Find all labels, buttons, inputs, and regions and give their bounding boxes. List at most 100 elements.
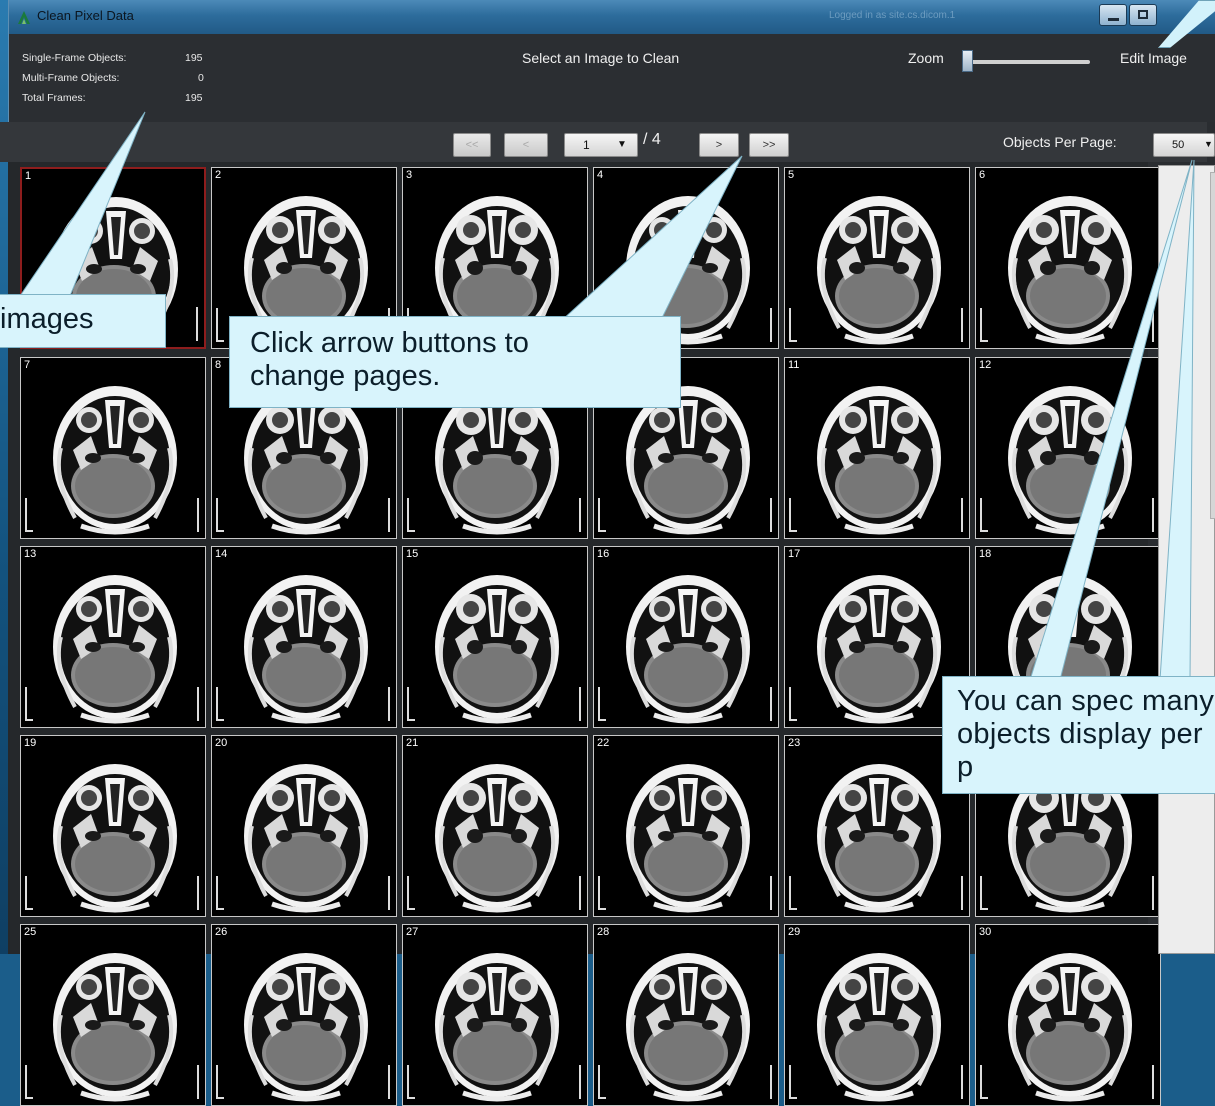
- scale-marker: [598, 1065, 606, 1099]
- thumbnail-number: 30: [979, 926, 992, 938]
- scale-marker: [25, 687, 33, 721]
- side-panel-scrollbar[interactable]: [1210, 172, 1215, 519]
- thumbnail-number: 2: [215, 169, 222, 181]
- image-thumbnail[interactable]: 27: [402, 924, 588, 1106]
- ct-scan-image: [435, 764, 559, 913]
- multi-frame-value: 0: [198, 72, 204, 84]
- ct-scan-image: [435, 953, 559, 1102]
- scale-marker: [789, 1065, 797, 1099]
- thumbnail-number: 28: [597, 926, 610, 938]
- thumbnail-number: 5: [788, 169, 795, 181]
- minimize-button[interactable]: [1099, 4, 1127, 26]
- last-page-button[interactable]: >>: [749, 133, 789, 157]
- image-thumbnail[interactable]: 6: [975, 167, 1161, 349]
- thumbnail-number: 23: [788, 737, 801, 749]
- images-callout: images: [0, 294, 166, 348]
- ct-scan-image: [244, 764, 368, 913]
- scale-marker: [216, 1065, 224, 1099]
- ct-scan-image: [53, 953, 177, 1102]
- window-title: Clean Pixel Data: [37, 8, 134, 23]
- image-thumbnail[interactable]: 12: [975, 357, 1161, 539]
- image-thumbnail[interactable]: 21: [402, 735, 588, 917]
- scale-marker: [770, 308, 772, 342]
- title-bar[interactable]: Clean Pixel Data Logged in as site.cs.di…: [9, 0, 1215, 34]
- scale-marker: [770, 687, 772, 721]
- page-number-value: 1: [583, 138, 590, 152]
- thumbnail-number: 13: [24, 548, 37, 560]
- image-thumbnail[interactable]: 30: [975, 924, 1161, 1106]
- image-thumbnail[interactable]: 11: [784, 357, 970, 539]
- scale-marker: [388, 687, 390, 721]
- image-thumbnail[interactable]: 19: [20, 735, 206, 917]
- scale-marker: [770, 876, 772, 910]
- scale-marker: [216, 687, 224, 721]
- scale-marker: [980, 1065, 988, 1099]
- multi-frame-label: Multi-Frame Objects:: [22, 72, 120, 84]
- next-page-button[interactable]: >: [699, 133, 739, 157]
- scale-marker: [25, 498, 33, 532]
- ct-scan-image: [435, 575, 559, 724]
- image-thumbnail[interactable]: 22: [593, 735, 779, 917]
- ct-scan-image: [626, 764, 750, 913]
- objects-per-page-label: Objects Per Page:: [1003, 134, 1117, 150]
- ct-scan-image: [53, 386, 177, 535]
- scale-marker: [961, 308, 963, 342]
- scale-marker: [1152, 498, 1154, 532]
- image-thumbnail[interactable]: 7: [20, 357, 206, 539]
- image-thumbnail[interactable]: 20: [211, 735, 397, 917]
- thumbnail-number: 19: [24, 737, 37, 749]
- images-callout-text: images: [0, 303, 94, 335]
- ct-scan-image: [244, 953, 368, 1102]
- image-thumbnail[interactable]: 16: [593, 546, 779, 728]
- image-thumbnail[interactable]: 29: [784, 924, 970, 1106]
- thumbnail-grid: 1 2 3 4 5 6 7 8 11 12 13 14 15 16 17 18 …: [8, 162, 1161, 1106]
- total-frames-label: Total Frames:: [22, 92, 86, 104]
- app-logo-icon: [16, 9, 32, 25]
- objects-per-page-select[interactable]: 50 ▼: [1153, 133, 1215, 157]
- first-page-button[interactable]: <<: [453, 133, 491, 157]
- scale-marker: [216, 498, 224, 532]
- image-thumbnail[interactable]: 25: [20, 924, 206, 1106]
- zoom-slider-thumb[interactable]: [962, 50, 973, 72]
- image-thumbnail[interactable]: 15: [402, 546, 588, 728]
- scale-marker: [598, 498, 606, 532]
- ct-scan-image: [1008, 386, 1132, 535]
- thumbnail-number: 25: [24, 926, 37, 938]
- scale-marker: [789, 687, 797, 721]
- edit-image-button[interactable]: Edit Image: [1120, 50, 1187, 66]
- ct-scan-image: [626, 575, 750, 724]
- scale-marker: [980, 308, 988, 342]
- ct-scan-image: [53, 764, 177, 913]
- single-frame-label: Single-Frame Objects:: [22, 52, 127, 64]
- image-thumbnail[interactable]: 28: [593, 924, 779, 1106]
- image-thumbnail[interactable]: 14: [211, 546, 397, 728]
- ct-scan-image: [817, 953, 941, 1102]
- scale-marker: [1152, 308, 1154, 342]
- scale-marker: [197, 687, 199, 721]
- thumbnail-number: 6: [979, 169, 986, 181]
- chevron-down-icon: ▼: [1204, 139, 1213, 149]
- header-panel: [9, 34, 1215, 122]
- objects-callout: You can spec many objects display per p: [942, 676, 1215, 794]
- zoom-slider[interactable]: [962, 60, 1090, 64]
- previous-page-button[interactable]: <: [504, 133, 548, 157]
- thumbnail-number: 15: [406, 548, 419, 560]
- ct-scan-image: [1008, 196, 1132, 345]
- page-number-select[interactable]: 1 ▼: [564, 133, 638, 157]
- scale-marker: [197, 1065, 199, 1099]
- thumbnail-number: 12: [979, 359, 992, 371]
- image-thumbnail[interactable]: 26: [211, 924, 397, 1106]
- thumbnail-number: 29: [788, 926, 801, 938]
- scale-marker: [216, 308, 224, 342]
- image-thumbnail[interactable]: 13: [20, 546, 206, 728]
- scale-marker: [789, 498, 797, 532]
- scale-marker: [961, 498, 963, 532]
- scale-marker: [789, 876, 797, 910]
- thumbnail-number: 7: [24, 359, 31, 371]
- scale-marker: [25, 876, 33, 910]
- maximize-button[interactable]: [1129, 4, 1157, 26]
- ct-scan-image: [626, 953, 750, 1102]
- image-thumbnail[interactable]: 5: [784, 167, 970, 349]
- zoom-label: Zoom: [908, 50, 944, 66]
- login-status: Logged in as site.cs.dicom.1: [829, 10, 956, 21]
